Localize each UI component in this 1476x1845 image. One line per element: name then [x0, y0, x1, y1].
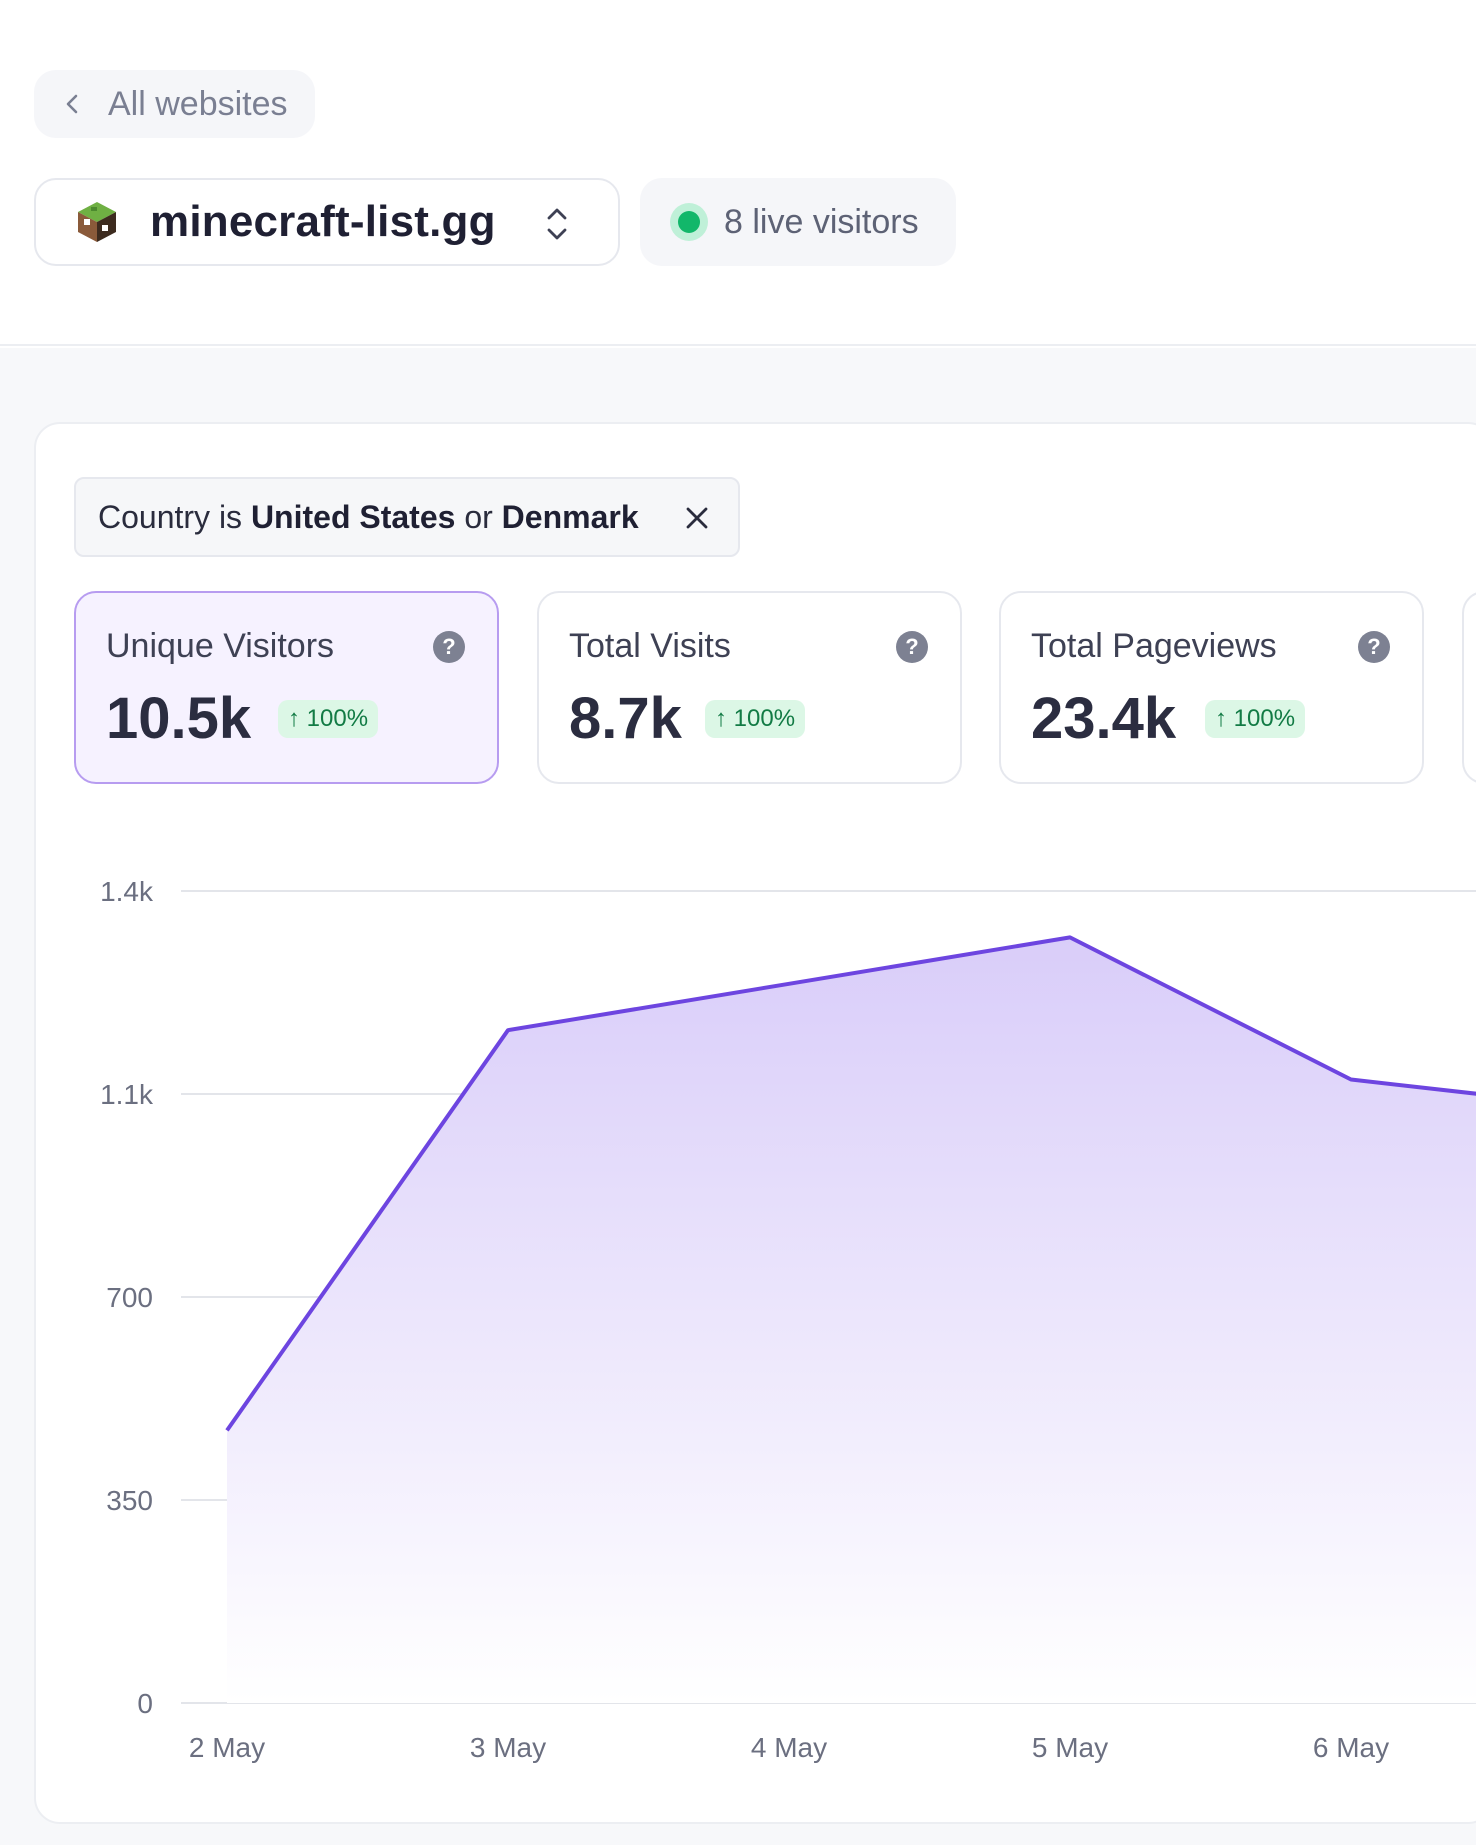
y-tick-label: 0 — [137, 1688, 153, 1719]
x-tick-label: 3 May — [470, 1732, 546, 1763]
y-tick-label: 1.4k — [100, 876, 154, 907]
x-tick-label: 6 May — [1313, 1732, 1389, 1763]
visitors-area-chart: 0 350 700 1.1k 1.4k 2 May 3 May 4 May 5 May 6 May — [100, 876, 1476, 1763]
y-tick-label: 700 — [106, 1282, 153, 1313]
x-tick-label: 4 May — [751, 1732, 827, 1763]
y-tick-label: 350 — [106, 1485, 153, 1516]
x-tick-label: 5 May — [1032, 1732, 1108, 1763]
x-tick-label: 2 May — [189, 1732, 265, 1763]
area-fill — [227, 937, 1476, 1703]
y-tick-label: 1.1k — [100, 1079, 154, 1110]
